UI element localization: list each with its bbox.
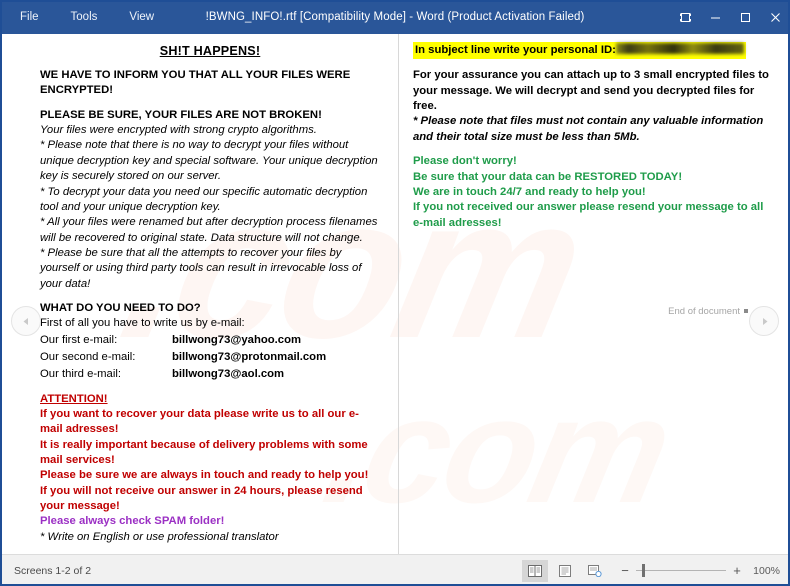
ribbon-display-options-icon[interactable] bbox=[670, 0, 700, 34]
zoom-slider[interactable] bbox=[636, 564, 726, 578]
status-bar-right-group: − + 100% bbox=[522, 559, 780, 582]
zoom-level-label[interactable]: 100% bbox=[748, 565, 780, 577]
zoom-slider-thumb[interactable] bbox=[642, 564, 645, 577]
green-line: If you not received our answer please re… bbox=[413, 201, 764, 229]
inform-line: WE HAVE TO INFORM YOU THAT ALL YOUR FILE… bbox=[40, 69, 351, 97]
attention-line: If you will not receive our answer in 24… bbox=[40, 484, 363, 513]
document-page-right: In subject line write your personal ID: … bbox=[399, 34, 790, 554]
email-address: billwong73@protonmail.com bbox=[172, 350, 327, 363]
close-icon[interactable] bbox=[760, 0, 790, 34]
next-page-button[interactable] bbox=[749, 306, 779, 336]
menu-view[interactable]: View bbox=[127, 8, 156, 26]
attention-line: It is really important because of delive… bbox=[40, 438, 368, 466]
strong-crypto-paragraph: Your files were encrypted with strong cr… bbox=[40, 124, 317, 137]
word-window: File Tools View !BWNG_INFO!.rtf [Compati… bbox=[0, 0, 790, 586]
chevron-left-icon bbox=[23, 317, 28, 325]
third-party-tools-paragraph: * Please be sure that all the attempts t… bbox=[40, 246, 362, 290]
minimize-icon[interactable] bbox=[700, 0, 730, 34]
email-label: Our third e-mail: bbox=[40, 367, 121, 380]
email-label: Our first e-mail: bbox=[40, 333, 118, 346]
decryption-tool-paragraph: * To decrypt your data you need our spec… bbox=[40, 185, 368, 213]
previous-page-button[interactable] bbox=[11, 306, 41, 336]
menu-tools[interactable]: Tools bbox=[69, 8, 100, 26]
document-reading-area[interactable]: .com .com SH!T HAPPENS! WE HAVE TO INFOR… bbox=[0, 34, 790, 554]
read-mode-view-button[interactable] bbox=[522, 559, 548, 582]
email-row: Our second e-mail: billwong73@protonmail… bbox=[40, 349, 380, 366]
attention-line: If you want to recover your data please … bbox=[40, 407, 359, 436]
files-renamed-paragraph: * All your files were renamed but after … bbox=[40, 216, 378, 244]
end-of-document-dot bbox=[744, 309, 748, 313]
files-not-broken-line: PLEASE BE SURE, YOUR FILES ARE NOT BROKE… bbox=[40, 108, 322, 121]
assurance-paragraph: For your assurance you can attach up to … bbox=[413, 69, 769, 113]
write-us-line: First of all you have to write us by e-m… bbox=[40, 317, 245, 330]
file-size-note-paragraph: * Please note that files must not contai… bbox=[413, 115, 764, 143]
zoom-out-button[interactable]: − bbox=[620, 564, 630, 577]
menu-bar: File Tools View bbox=[0, 8, 156, 26]
personal-id-line: In subject line write your personal ID: bbox=[413, 42, 772, 60]
green-line: We are in touch 24/7 and ready to help y… bbox=[413, 185, 646, 198]
chevron-right-icon bbox=[762, 317, 767, 325]
window-controls bbox=[670, 0, 790, 34]
email-row: Our third e-mail: billwong73@aol.com bbox=[40, 366, 380, 383]
personal-id-redacted-value bbox=[615, 43, 744, 54]
spam-folder-line: Please always check SPAM folder! bbox=[40, 515, 225, 528]
screens-count-label: Screens 1-2 of 2 bbox=[14, 564, 92, 577]
green-line: Be sure that your data can be RESTORED T… bbox=[413, 170, 683, 183]
attention-heading: ATTENTION! bbox=[40, 392, 108, 405]
status-bar: Screens 1-2 of 2 − + 100% bbox=[0, 554, 790, 586]
email-address: billwong73@yahoo.com bbox=[172, 333, 302, 346]
translator-line: * Write on English or use professional t… bbox=[40, 530, 279, 543]
email-list: Our first e-mail: billwong73@yahoo.com O… bbox=[40, 332, 380, 383]
end-of-document-label: End of document bbox=[668, 306, 740, 317]
what-do-you-need-heading: WHAT DO YOU NEED TO DO? bbox=[40, 302, 201, 315]
end-of-document-marker: End of document bbox=[668, 306, 748, 317]
zoom-control[interactable]: − + 100% bbox=[620, 564, 780, 578]
email-label: Our second e-mail: bbox=[40, 350, 136, 363]
ransom-note-heading: SH!T HAPPENS! bbox=[159, 44, 261, 58]
zoom-in-button[interactable]: + bbox=[732, 564, 742, 577]
maximize-icon[interactable] bbox=[730, 0, 760, 34]
email-address: billwong73@aol.com bbox=[172, 367, 285, 380]
no-way-to-decrypt-paragraph: * Please note that there is no way to de… bbox=[40, 139, 378, 183]
print-layout-view-button[interactable] bbox=[552, 560, 578, 582]
email-row: Our first e-mail: billwong73@yahoo.com bbox=[40, 332, 380, 349]
document-page-left: SH!T HAPPENS! WE HAVE TO INFORM YOU THAT… bbox=[0, 34, 399, 554]
menu-file[interactable]: File bbox=[18, 8, 41, 26]
title-bar: File Tools View !BWNG_INFO!.rtf [Compati… bbox=[0, 0, 790, 34]
personal-id-highlight: In subject line write your personal ID: bbox=[413, 42, 746, 60]
attention-line: Please be sure we are always in touch an… bbox=[40, 469, 369, 482]
web-layout-view-button[interactable] bbox=[582, 560, 608, 582]
personal-id-label: In subject line write your personal ID: bbox=[415, 44, 616, 56]
green-line: Please don't worry! bbox=[413, 155, 517, 168]
